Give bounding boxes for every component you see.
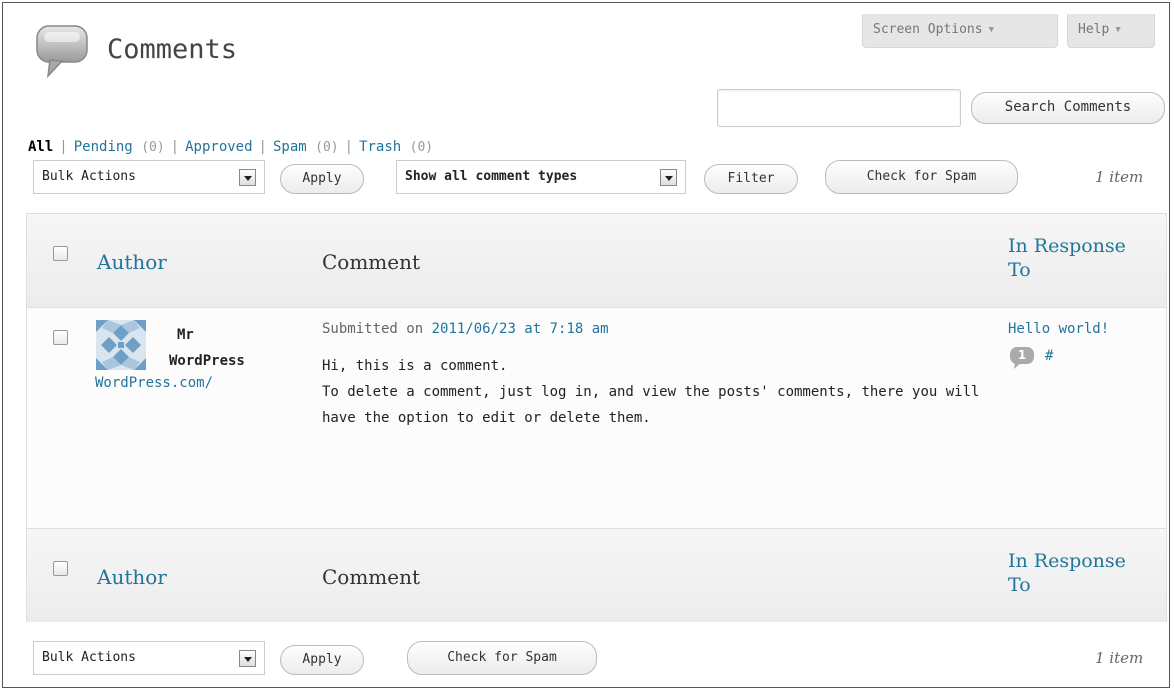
apply-button-bottom[interactable]: Apply <box>280 645 364 675</box>
item-count: 1 item <box>1095 168 1144 186</box>
submitted-info: Submitted on 2011/06/23 at 7:18 am <box>322 321 609 337</box>
column-in-response-to-line2: To <box>1008 259 1031 281</box>
chevron-down-icon <box>660 169 677 186</box>
comments-icon <box>36 25 88 79</box>
help-button[interactable]: Help ▼ <box>1067 14 1155 48</box>
bulk-actions-select[interactable]: Bulk Actions <box>33 160 265 194</box>
column-in-response-to-line1: In Response <box>1008 235 1126 257</box>
response-permalink[interactable]: # <box>1045 348 1053 364</box>
response-post-link[interactable]: Hello world! <box>1008 321 1109 337</box>
chevron-down-icon: ▼ <box>1115 24 1121 35</box>
table-footer: Author Comment In Response To <box>27 528 1166 622</box>
filter-button[interactable]: Filter <box>704 164 798 194</box>
item-count-bottom: 1 item <box>1095 649 1144 667</box>
help-label: Help <box>1078 22 1110 37</box>
chevron-down-icon <box>239 169 256 186</box>
screen-options-label: Screen Options <box>873 22 983 37</box>
search-input[interactable] <box>717 89 961 127</box>
table-header: Author Comment In Response To <box>27 214 1166 308</box>
pending-count: (0) <box>141 140 165 155</box>
bulk-actions-select-bottom[interactable]: Bulk Actions <box>33 641 265 675</box>
author-name-line2: WordPress <box>169 353 245 369</box>
author-url-link[interactable]: WordPress.com/ <box>95 375 213 391</box>
apply-button[interactable]: Apply <box>280 164 364 194</box>
status-filter-links: All | Pending (0) | Approved | Spam (0) | Trash … <box>28 139 433 155</box>
column-comment-footer: Comment <box>322 565 421 589</box>
column-in-response-to-line2: To <box>1008 574 1031 596</box>
submitted-prefix: Submitted on <box>322 321 424 337</box>
table-row: Mr WordPress WordPress.com/ Submitted on… <box>27 308 1166 528</box>
column-in-response-to[interactable]: In Response To <box>1008 234 1158 282</box>
avatar <box>96 320 146 370</box>
filter-all[interactable]: All <box>28 139 53 155</box>
filter-pending[interactable]: Pending <box>74 139 133 155</box>
comments-table: Author Comment In Response To Mr WordPre… <box>26 213 1167 622</box>
separator: | <box>59 139 68 155</box>
separator: | <box>258 139 267 155</box>
filter-spam[interactable]: Spam <box>273 139 307 155</box>
chevron-down-icon <box>239 650 256 667</box>
filter-approved[interactable]: Approved <box>185 139 252 155</box>
trash-count: (0) <box>409 140 434 155</box>
comment-type-select[interactable]: Show all comment types <box>396 160 686 194</box>
comment-body: Hi, this is a comment. To delete a comme… <box>322 353 982 431</box>
column-author[interactable]: Author <box>97 250 167 274</box>
spam-count: (0) <box>315 140 339 155</box>
row-checkbox[interactable] <box>53 330 68 345</box>
screen-options-button[interactable]: Screen Options ▼ <box>862 14 1058 48</box>
column-comment: Comment <box>322 250 421 274</box>
author-name-line1: Mr <box>177 327 194 343</box>
comment-count-bubble[interactable]: 1 <box>1010 347 1034 369</box>
bulk-actions-value: Bulk Actions <box>42 650 136 665</box>
check-for-spam-button-bottom[interactable]: Check for Spam <box>407 641 597 675</box>
column-in-response-to-footer[interactable]: In Response To <box>1008 549 1158 597</box>
separator: | <box>170 139 180 155</box>
filter-trash[interactable]: Trash <box>359 139 401 155</box>
column-in-response-to-line1: In Response <box>1008 550 1126 572</box>
column-author-footer[interactable]: Author <box>97 565 167 589</box>
author-name: Mr WordPress <box>169 322 245 374</box>
comment-count: 1 <box>1017 348 1027 362</box>
bulk-actions-value: Bulk Actions <box>42 169 136 184</box>
separator: | <box>344 139 354 155</box>
page-title: Comments <box>107 34 238 65</box>
select-all-checkbox[interactable] <box>53 246 68 261</box>
check-for-spam-button[interactable]: Check for Spam <box>825 160 1018 194</box>
search-comments-button[interactable]: Search Comments <box>971 92 1165 124</box>
comment-line: To delete a comment, just log in, and vi… <box>322 384 980 426</box>
chevron-down-icon: ▼ <box>988 24 994 35</box>
comment-date-link[interactable]: 2011/06/23 at 7:18 am <box>432 321 609 337</box>
comment-type-value: Show all comment types <box>405 169 578 184</box>
comment-line: Hi, this is a comment. <box>322 358 508 374</box>
select-all-checkbox-footer[interactable] <box>53 561 68 576</box>
